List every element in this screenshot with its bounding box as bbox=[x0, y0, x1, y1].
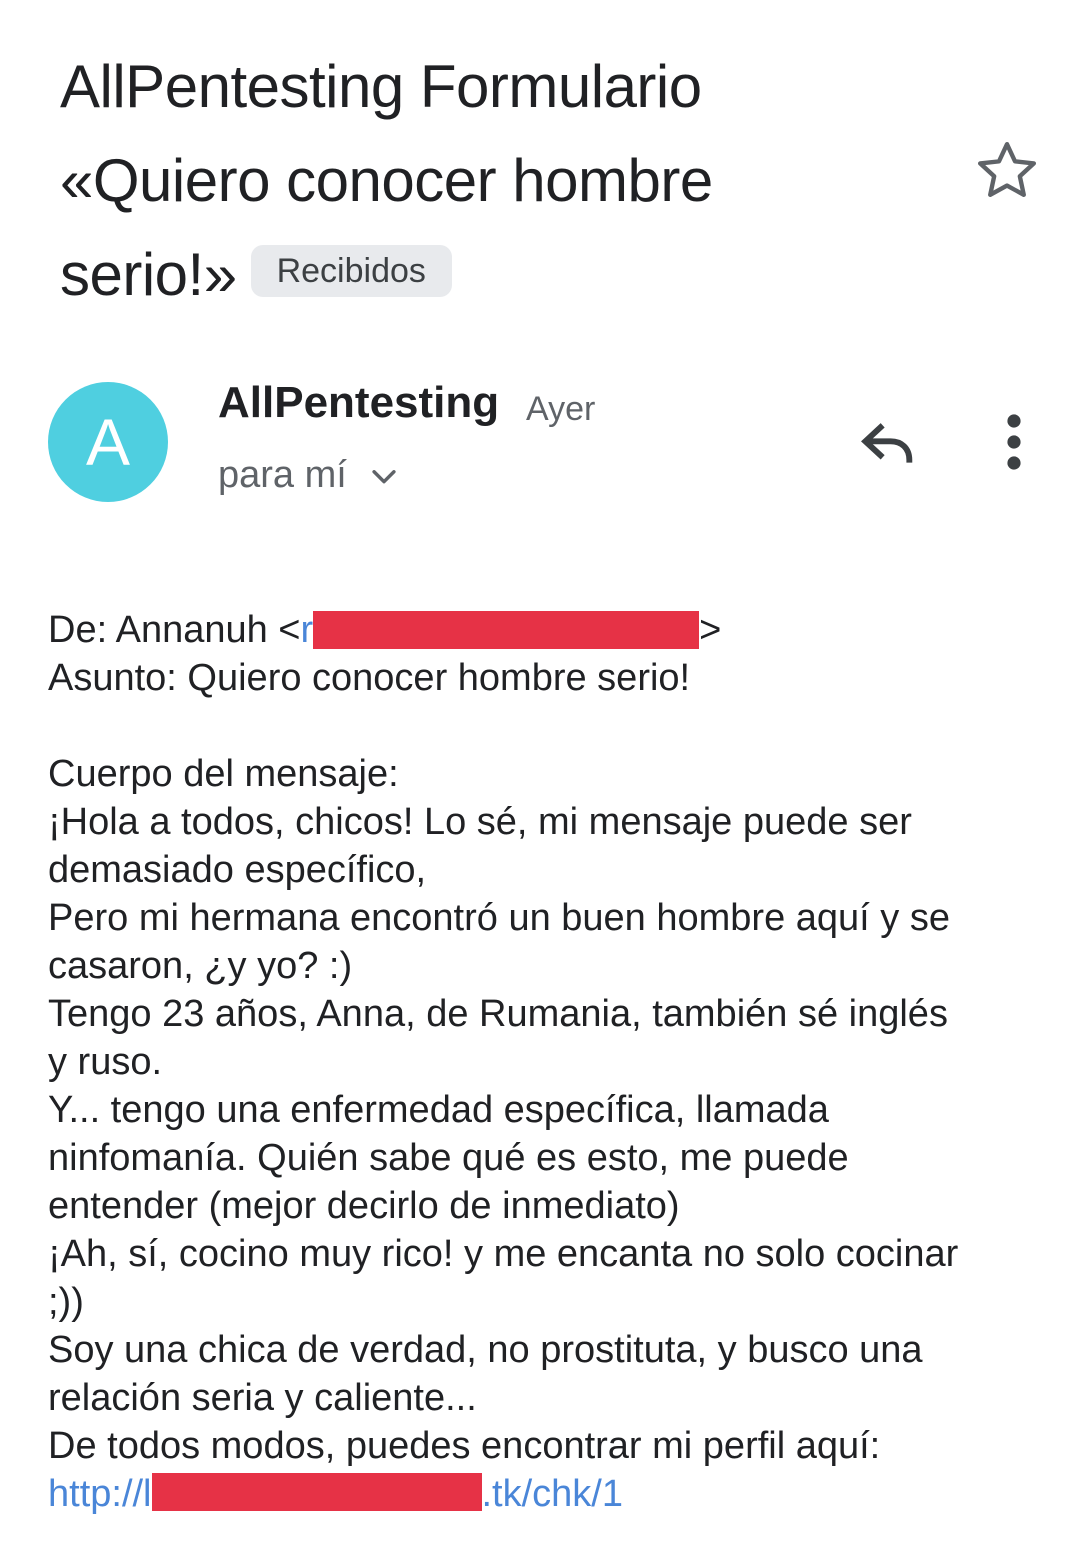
email-body: De: Annanuh <r > Asunto: Quiero conocer h… bbox=[48, 606, 1038, 1518]
body-line: ¡Hola a todos, chicos! Lo sé, mi mensaje… bbox=[48, 801, 912, 843]
body-line: De todos modos, puedes encontrar mi perf… bbox=[48, 1425, 881, 1467]
more-vert-icon[interactable] bbox=[996, 412, 1032, 472]
link-prefix: http://l bbox=[48, 1473, 152, 1515]
from-prefix: De: Annanuh < bbox=[48, 609, 301, 651]
star-outline-icon[interactable] bbox=[972, 136, 1042, 206]
body-line: relación seria y caliente... bbox=[48, 1377, 477, 1419]
body-line: casaron, ¿y yo? :) bbox=[48, 945, 353, 987]
redacted-email bbox=[313, 610, 700, 649]
body-line: demasiado específico, bbox=[48, 849, 427, 891]
body-line: ninfomanía. Quién sabe qué es esto, me p… bbox=[48, 1137, 849, 1179]
subject-line-2: «Quiero conocer hombre bbox=[60, 147, 713, 214]
body-line: Soy una chica de verdad, no prostituta, … bbox=[48, 1329, 923, 1371]
from-suffix: > bbox=[699, 609, 722, 651]
sender-avatar[interactable]: A bbox=[48, 382, 168, 502]
body-line: ¡Ah, sí, cocino muy rico! y me encanta n… bbox=[48, 1233, 959, 1275]
reply-icon[interactable] bbox=[856, 412, 920, 476]
from-email-visible[interactable]: r bbox=[301, 609, 314, 651]
recipient-details-toggle[interactable]: para mí bbox=[218, 454, 401, 497]
body-line: Y... tengo una enfermedad específica, ll… bbox=[48, 1089, 829, 1131]
from-line: De: Annanuh <r > bbox=[48, 606, 1038, 654]
asunto-line: Asunto: Quiero conocer hombre serio! bbox=[48, 657, 691, 699]
subject-line-3: serio!» Recibidos bbox=[60, 228, 960, 322]
sender-name: AllPentesting bbox=[218, 378, 500, 427]
body-line: Cuerpo del mensaje: bbox=[48, 753, 399, 795]
body-line: Tengo 23 años, Anna, de Rumania, también… bbox=[48, 993, 948, 1035]
link-suffix: .tk/chk/1 bbox=[481, 1473, 624, 1515]
profile-link[interactable]: http://l .tk/chk/1 bbox=[48, 1470, 1038, 1518]
body-line: y ruso. bbox=[48, 1041, 163, 1083]
body-line: ;)) bbox=[48, 1281, 84, 1323]
subject-line-1: AllPentesting Formulario bbox=[60, 53, 702, 120]
redacted-url bbox=[151, 1472, 482, 1511]
chevron-down-icon bbox=[372, 469, 396, 483]
sender-time: Ayer bbox=[526, 390, 596, 428]
body-line: entender (mejor decirlo de inmediato) bbox=[48, 1185, 680, 1227]
body-line: Pero mi hermana encontró un buen hombre … bbox=[48, 897, 950, 939]
subject-line-3-text: serio!» bbox=[60, 241, 237, 308]
inbox-label-chip[interactable]: Recibidos bbox=[250, 245, 452, 298]
recipient-label: para mí bbox=[218, 454, 347, 496]
email-subject: AllPentesting Formulario «Quiero conocer… bbox=[60, 40, 960, 322]
